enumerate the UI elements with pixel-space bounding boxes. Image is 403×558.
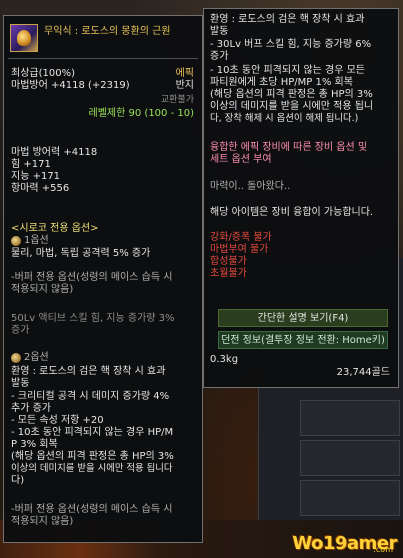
- divider: [8, 58, 198, 59]
- effect-line: 증가: [210, 51, 229, 62]
- option-icon: [11, 236, 21, 246]
- option2-note: -버퍼 전용 옵션(성령의 메이스 습득 시: [11, 504, 173, 515]
- item-name: 무익식 : 로도스의 몽환의 근원: [44, 26, 171, 37]
- fusion-option-line: 세트 옵션 부여: [210, 154, 272, 165]
- inventory-slot: [300, 400, 400, 436]
- item-grade: 최상급(100%): [11, 68, 75, 79]
- option2-line: 발동: [11, 378, 30, 389]
- option2-line: (해당 옵션의 피격 판정은 총 HP의 3%: [11, 451, 174, 462]
- item-weight: 0.3kg: [210, 354, 239, 365]
- option1-line: 물리, 마법, 독립 공격력 5% 증가: [11, 248, 151, 259]
- restriction-line: 합성불가: [210, 256, 247, 267]
- option1-note: -버퍼 전용 옵션(성령의 메이스 습득 시: [11, 272, 173, 283]
- level-limit: 레벨제한 90 (100 - 10): [88, 108, 194, 119]
- item-defense-line: 마법방어 +4118 (+2319): [11, 80, 130, 91]
- fusion-possible-text: 해당 아이템은 장비 융합이 가능합니다.: [210, 207, 374, 218]
- option1-extra: 증가: [11, 325, 30, 336]
- exclusive-options-header: <시로코 전용 옵션>: [11, 223, 99, 234]
- option2-line: - 크리티컬 공격 시 데미지 증가량 4%: [11, 391, 170, 402]
- effect-line: (해당 옵션의 피격 판정은 총 HP의 3%: [210, 89, 373, 100]
- inventory-slot: [300, 440, 400, 476]
- option1-label: 1옵션: [24, 235, 49, 246]
- option1-extra: 50Lv 액티브 스킬 힘, 지능 증가량 3%: [11, 313, 175, 324]
- effect-line: 이상의 데미지를 받을 시에만 적용 됩니: [210, 101, 374, 112]
- stat-line: 힘 +171: [11, 159, 51, 170]
- restriction-line: 초월불가: [210, 268, 247, 279]
- option2-line: 이상의 데미지를 받을 시에만 적용 됩니다: [11, 463, 173, 474]
- option2-label: 2옵션: [24, 352, 49, 363]
- stat-line: 지능 +171: [11, 171, 61, 182]
- effect-line: - 10초 동안 피격되지 않는 경우 모든: [210, 65, 366, 76]
- option2-line: - 모든 속성 저항 +20: [11, 415, 104, 426]
- site-watermark-suffix: .com: [373, 545, 393, 554]
- item-rarity: 에픽: [175, 68, 194, 79]
- effect-line: 다, 장착 해제 시 옵션이 해제 됩니다.): [210, 113, 359, 124]
- option2-line: 다): [11, 475, 25, 486]
- effect-line: 발동: [210, 26, 229, 37]
- trade-status: 교환불가: [160, 95, 194, 105]
- item-slot: 반지: [175, 80, 194, 91]
- restriction-line: 강화/증폭 불가: [210, 232, 272, 243]
- flavor-text: 마력이.. 돌아왔다..: [210, 181, 291, 192]
- item-tooltip-secondary: 환영 : 로도스의 검은 핵 장착 시 효과 발동 - 30Lv 버프 스킬 힘…: [203, 8, 399, 388]
- simple-description-button[interactable]: 간단한 설명 보기(F4): [218, 309, 388, 327]
- stat-line: 항마력 +556: [11, 183, 70, 194]
- dungeon-info-button[interactable]: 던전 정보(결투장 정보 전환: Home키): [218, 331, 388, 349]
- option2-note: 적용되지 않음): [11, 516, 74, 527]
- restriction-line: 마법부여 불가: [210, 244, 269, 255]
- inventory-slot: [300, 480, 400, 516]
- effect-line: 파티원에게 초당 HP/MP 1% 회복: [210, 77, 353, 88]
- effect-line: - 30Lv 버프 스킬 힘, 지능 증가량 6%: [210, 39, 372, 50]
- option2-line: 추가 증가: [11, 403, 51, 414]
- ring-item-icon: [10, 24, 38, 52]
- option1-note: 적용되지 않음): [11, 284, 74, 295]
- item-price: 23,744골드: [336, 367, 390, 378]
- option2-line: - 10초 동안 피격되지 않는 경우 HP/M: [11, 427, 174, 438]
- option2-line: 환영 : 로도스의 검은 핵 장착 시 효과: [11, 366, 166, 377]
- option-icon: [11, 353, 21, 363]
- effect-line: 환영 : 로도스의 검은 핵 장착 시 효과: [210, 14, 365, 25]
- option2-line: P 3% 회복: [11, 439, 58, 450]
- fusion-option-line: 융합한 에픽 장비에 따른 장비 옵션 및: [210, 142, 368, 153]
- item-tooltip-primary: 무익식 : 로도스의 몽환의 근원 최상급(100%) 에픽 마법방어 +411…: [3, 15, 203, 543]
- stat-line: 마법 방어력 +4118: [11, 147, 98, 158]
